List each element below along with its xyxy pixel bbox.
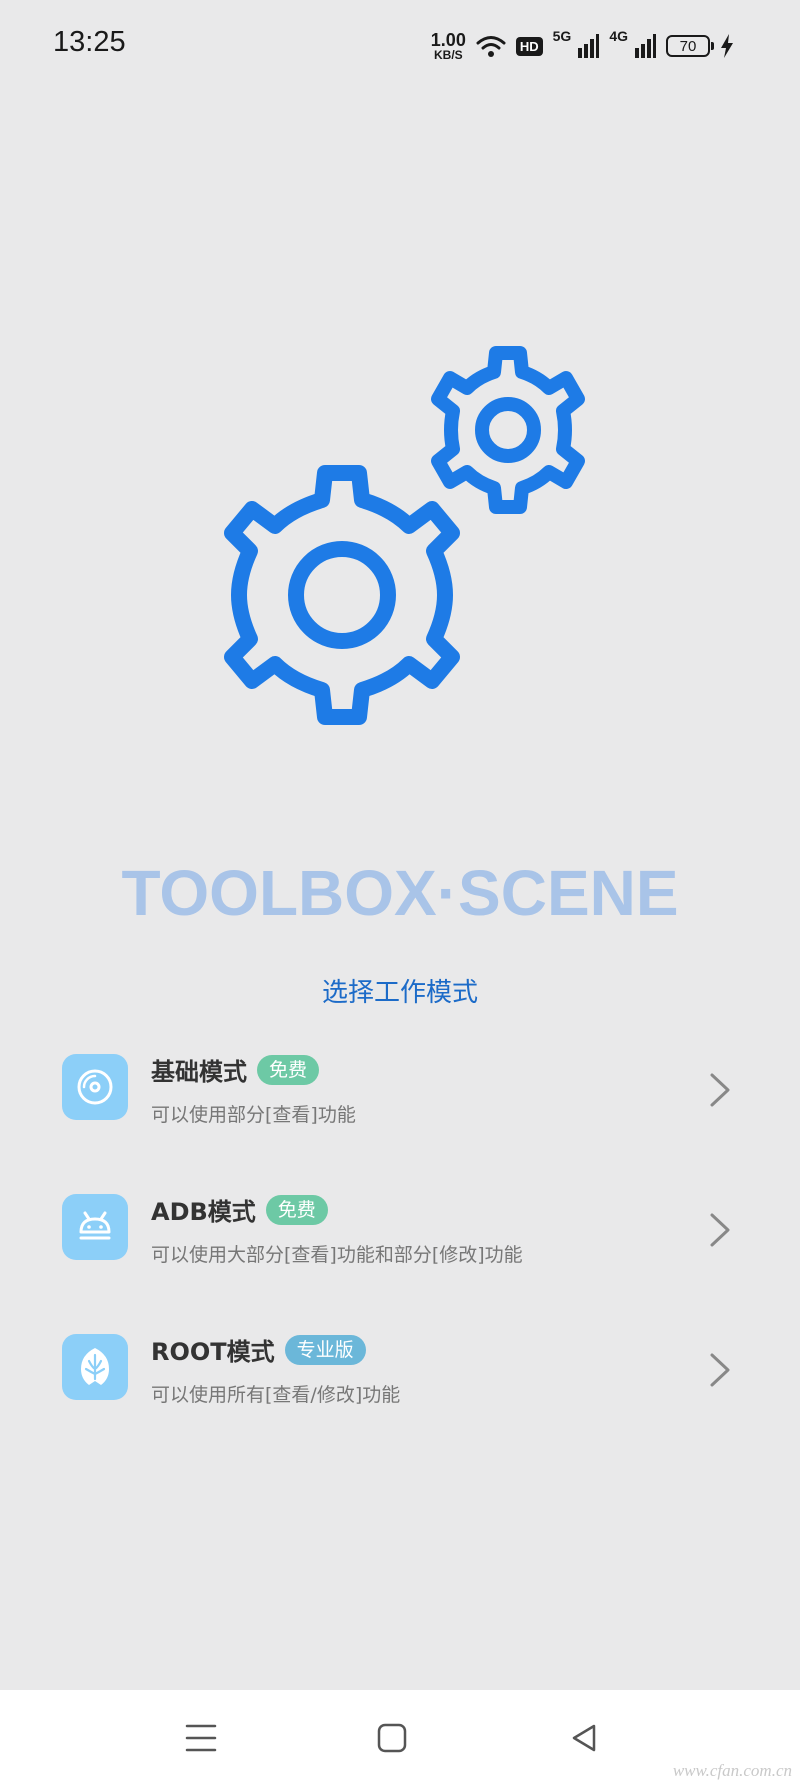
signal-2-label: 4G (609, 28, 628, 44)
mode-root-badge: 专业版 (284, 1334, 366, 1365)
network-speed-value: 1.00 (430, 30, 466, 50)
app-title: TOOLBOX·SCENE (121, 857, 679, 929)
mode-basic-description: 可以使用部分[查看]功能 (151, 1104, 356, 1126)
back-button[interactable] (560, 1714, 608, 1762)
chevron-right-icon (710, 1353, 730, 1387)
home-button[interactable] (368, 1714, 416, 1762)
disc-icon (62, 1054, 128, 1120)
mode-adb-title-row: ADB模式 免费 (151, 1192, 328, 1227)
mode-basic-title: 基础模式 (151, 1058, 247, 1086)
battery-icon: 70 (666, 35, 714, 57)
hd-voice-icon: HD (515, 36, 543, 56)
screen: 13:25 1.00 KB/S HD 5G 4G 70 TOOLBOX·SCEN… (0, 0, 800, 1787)
mode-root-title-row: ROOT模式 专业版 (151, 1332, 366, 1367)
mode-root-description: 可以使用所有[查看/修改]功能 (151, 1384, 401, 1406)
android-icon (62, 1194, 128, 1260)
signal-1-icon (578, 34, 600, 58)
system-navigation-bar: www.cfan.com.cn (0, 1690, 800, 1787)
mode-basic-item[interactable]: 基础模式 免费 可以使用部分[查看]功能 (0, 1034, 800, 1144)
chevron-right-icon (710, 1073, 730, 1107)
mode-adb-item[interactable]: ADB模式 免费 可以使用大部分[查看]功能和部分[修改]功能 (0, 1174, 800, 1284)
charging-icon (721, 34, 733, 58)
chevron-right-icon (710, 1213, 730, 1247)
wifi-icon (476, 36, 506, 57)
square-home-icon (377, 1723, 407, 1753)
battery-level: 70 (679, 37, 697, 55)
mode-adb-badge: 免费 (265, 1194, 328, 1225)
back-triangle-icon (572, 1724, 596, 1752)
watermark: www.cfan.com.cn (672, 1761, 792, 1780)
mode-root-title: ROOT模式 (151, 1338, 275, 1366)
mode-root-item[interactable]: ROOT模式 专业版 可以使用所有[查看/修改]功能 (0, 1314, 800, 1424)
menu-button[interactable] (177, 1714, 225, 1762)
signal-2-icon (635, 34, 656, 58)
mode-basic-title-row: 基础模式 免费 (151, 1052, 320, 1087)
magisk-icon (62, 1334, 128, 1400)
mode-basic-badge: 免费 (257, 1054, 320, 1085)
status-time: 13:25 (53, 26, 126, 58)
mode-adb-title: ADB模式 (151, 1198, 256, 1226)
network-speed-unit: KB/S (433, 48, 463, 62)
status-bar: 13:25 1.00 KB/S HD 5G 4G 70 (0, 0, 800, 92)
network-speed: 1.00 KB/S (431, 31, 466, 61)
settings-gears-icon (224, 346, 585, 725)
select-mode-heading: 选择工作模式 (321, 978, 478, 1008)
status-indicators: 1.00 KB/S HD 5G 4G 70 (431, 26, 734, 66)
mode-adb-description: 可以使用大部分[查看]功能和部分[修改]功能 (151, 1244, 523, 1266)
signal-1-label: 5G (552, 28, 572, 44)
menu-icon (185, 1724, 217, 1752)
